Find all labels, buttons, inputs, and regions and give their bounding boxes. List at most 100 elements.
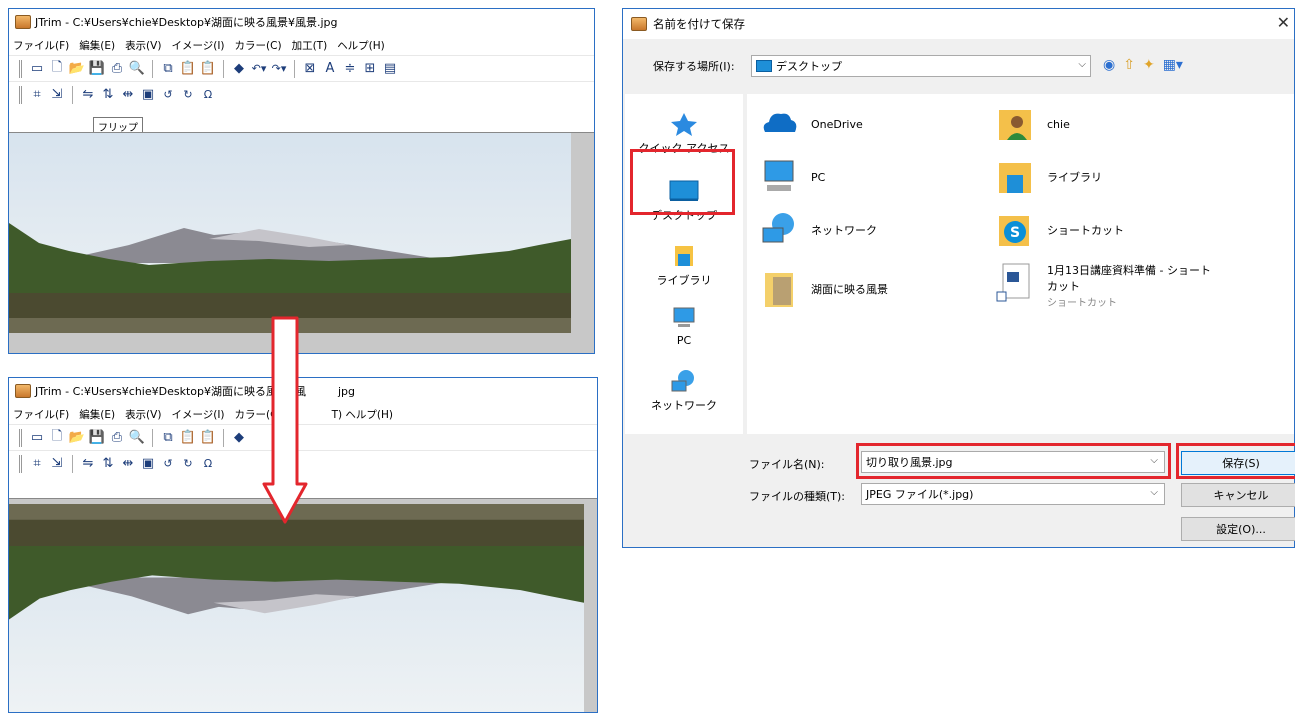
crop-icon[interactable]: ⌗: [28, 86, 46, 104]
menu-file[interactable]: ファイル(F): [13, 407, 69, 422]
paste-new-icon[interactable]: 📋: [199, 429, 217, 447]
text-icon[interactable]: A: [321, 60, 339, 78]
file-item[interactable]: ライブラリ: [995, 157, 1102, 197]
location-select[interactable]: デスクトップ ⌵: [751, 55, 1091, 77]
new-window-icon[interactable]: ▭: [28, 60, 46, 78]
menu-image[interactable]: イメージ(I): [171, 407, 224, 422]
menu-color[interactable]: カラー(C): [235, 38, 282, 53]
grid-icon[interactable]: ⊞: [361, 60, 379, 78]
new-window-icon[interactable]: ▭: [28, 429, 46, 447]
title-bar: JTrim - C:¥Users¥chie¥Desktop¥湖面に映る風景¥風景…: [9, 9, 594, 35]
chevron-down-icon: ⌵: [1150, 487, 1158, 498]
back-icon[interactable]: ◉: [1103, 57, 1115, 73]
print-preview-icon[interactable]: 🔍: [128, 429, 146, 447]
menu-edit[interactable]: 編集(E): [79, 407, 115, 422]
star-icon: [671, 113, 697, 136]
menu-view[interactable]: 表示(V): [125, 38, 161, 53]
menu-help[interactable]: ヘルプ(H): [337, 38, 385, 53]
menu-view[interactable]: 表示(V): [125, 407, 161, 422]
file-item[interactable]: S ショートカット: [995, 210, 1124, 250]
svg-text:S: S: [1010, 225, 1020, 241]
up-folder-icon[interactable]: ⇧: [1123, 57, 1135, 73]
open-folder-icon[interactable]: 📂: [68, 429, 86, 447]
mark-icon[interactable]: ◆: [230, 429, 248, 447]
align-icon[interactable]: ≑: [341, 60, 359, 78]
dialog-title: 名前を付けて保存: [653, 17, 745, 31]
margin-icon[interactable]: ⇹: [119, 86, 137, 104]
rotate-free-icon[interactable]: Ω: [199, 455, 217, 473]
image-canvas[interactable]: [9, 498, 597, 712]
ruler-icon[interactable]: ▤: [381, 60, 399, 78]
dialog-title-bar: 名前を付けて保存: [623, 9, 1294, 39]
file-item[interactable]: ネットワーク: [759, 210, 877, 250]
frame-icon[interactable]: ▣: [139, 86, 157, 104]
new-file-icon[interactable]: 🗋: [48, 60, 66, 78]
skype-icon: S: [999, 216, 1029, 246]
settings-button[interactable]: 設定(O)...: [1181, 517, 1295, 541]
frame-icon[interactable]: ▣: [139, 455, 157, 473]
jtrim-app-icon: [15, 15, 31, 29]
print-icon[interactable]: ⎙: [108, 60, 126, 78]
save-icon[interactable]: 💾: [88, 60, 106, 78]
view-menu-icon[interactable]: ▦▾: [1163, 57, 1183, 73]
crop-icon[interactable]: ⌗: [28, 455, 46, 473]
rotate-free-icon[interactable]: Ω: [199, 86, 217, 104]
jtrim-window-original: JTrim - C:¥Users¥chie¥Desktop¥湖面に映る風景¥風景…: [8, 8, 595, 354]
mirror-icon[interactable]: ⇋: [79, 455, 97, 473]
paste-new-icon[interactable]: 📋: [199, 60, 217, 78]
mirror-icon[interactable]: ⇋: [79, 86, 97, 104]
filetype-label: ファイルの種類(T):: [749, 490, 846, 503]
save-highlight: [1176, 443, 1295, 479]
file-list: OneDrive chie PC ライブラリ ネットワーク S ショートカット: [747, 94, 1294, 434]
cancel-button[interactable]: キャンセル: [1181, 483, 1295, 507]
copy-icon[interactable]: ⧉: [159, 60, 177, 78]
rotate-90-right-icon[interactable]: ↻: [179, 86, 197, 104]
place-network[interactable]: ネットワーク: [625, 369, 743, 413]
new-file-icon[interactable]: 🗋: [48, 429, 66, 447]
paste-icon[interactable]: 📋: [179, 60, 197, 78]
resize-icon[interactable]: ⇲: [48, 455, 66, 473]
place-pc[interactable]: PC: [625, 306, 743, 347]
copy-icon[interactable]: ⧉: [159, 429, 177, 447]
menu-process[interactable]: 加工(T): [292, 38, 328, 53]
print-preview-icon[interactable]: 🔍: [128, 60, 146, 78]
places-bar: クイック アクセス デスクトップ ライブラリ PC ネットワーク: [625, 94, 743, 434]
mark-icon[interactable]: ◆: [230, 60, 248, 78]
filename-highlight: [856, 443, 1171, 479]
rotate-90-left-icon[interactable]: ↺: [159, 455, 177, 473]
menu-image[interactable]: イメージ(I): [171, 38, 224, 53]
library-icon: [675, 246, 693, 266]
filetype-select[interactable]: JPEG ファイル(*.jpg) ⌵: [861, 483, 1165, 505]
word-shortcut-icon: [996, 263, 1030, 302]
menu-help-partial[interactable]: T) ヘルプ(H): [332, 407, 393, 422]
new-folder-icon[interactable]: ✦: [1143, 57, 1155, 73]
open-folder-icon[interactable]: 📂: [68, 60, 86, 78]
close-icon[interactable]: ✕: [1277, 13, 1290, 32]
file-item[interactable]: 1月13日講座資料準備 - ショート カット ショートカット: [995, 262, 1211, 309]
flip-icon[interactable]: ⇅: [99, 455, 117, 473]
menu-file[interactable]: ファイル(F): [13, 38, 69, 53]
file-item[interactable]: PC: [759, 157, 825, 197]
file-item[interactable]: 湖面に映る風景: [759, 269, 888, 309]
fit-icon[interactable]: ⊠: [301, 60, 319, 78]
undo-icon[interactable]: ↶▾: [250, 60, 268, 78]
margin-icon[interactable]: ⇹: [119, 455, 137, 473]
redo-icon[interactable]: ↷▾: [270, 60, 288, 78]
resize-icon[interactable]: ⇲: [48, 86, 66, 104]
place-library[interactable]: ライブラリ: [625, 244, 743, 288]
rotate-90-left-icon[interactable]: ↺: [159, 86, 177, 104]
flip-icon[interactable]: ⇅: [99, 86, 117, 104]
toolbar-grip[interactable]: [19, 59, 22, 78]
file-item[interactable]: OneDrive: [759, 104, 863, 144]
flipped-landscape-photo: [9, 504, 584, 712]
user-folder-icon: [999, 110, 1031, 140]
rotate-90-right-icon[interactable]: ↻: [179, 455, 197, 473]
toolbar-main: ▭ 🗋 📂 💾 ⎙ 🔍 ⧉ 📋 📋 ◆ ↶▾ ↷▾ ⊠ A ≑ ⊞ ▤: [9, 55, 594, 81]
jtrim-app-icon: [631, 17, 647, 31]
down-arrow-icon: [262, 316, 308, 524]
menu-edit[interactable]: 編集(E): [79, 38, 115, 53]
file-item[interactable]: chie: [995, 104, 1070, 144]
save-icon[interactable]: 💾: [88, 429, 106, 447]
paste-icon[interactable]: 📋: [179, 429, 197, 447]
print-icon[interactable]: ⎙: [108, 429, 126, 447]
